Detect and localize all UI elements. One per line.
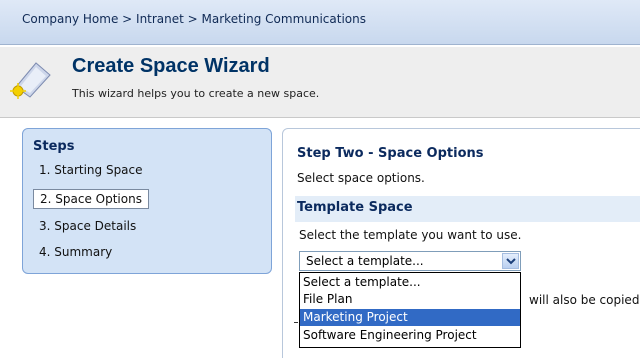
steps-heading: Steps bbox=[33, 139, 75, 154]
section-header: Template Space bbox=[295, 196, 640, 222]
template-select[interactable]: Select a template... bbox=[299, 251, 521, 271]
divider bbox=[294, 322, 298, 323]
content-panel: Step Two - Space Options Select space op… bbox=[282, 128, 640, 358]
page-title: Create Space Wizard bbox=[72, 55, 270, 77]
partially-hidden-text: will also be copied bbox=[529, 293, 640, 307]
step-description: Select space options. bbox=[297, 171, 425, 185]
app-window: Company Home > Intranet > Marketing Comm… bbox=[0, 0, 640, 358]
chevron-down-icon[interactable] bbox=[502, 253, 519, 269]
wizard-wand-icon bbox=[10, 62, 51, 99]
option-marketing-project[interactable]: Marketing Project bbox=[300, 309, 520, 326]
option-file-plan[interactable]: File Plan bbox=[300, 291, 520, 308]
section-title: Template Space bbox=[297, 200, 413, 215]
step-summary[interactable]: 4. Summary bbox=[33, 243, 118, 261]
step-space-options[interactable]: 2. Space Options bbox=[33, 189, 149, 209]
page-subtitle: This wizard helps you to create a new sp… bbox=[72, 87, 320, 100]
breadcrumb-path[interactable]: Company Home > Intranet > Marketing Comm… bbox=[22, 12, 366, 26]
option-select-template[interactable]: Select a template... bbox=[300, 274, 520, 291]
wizard-header: Create Space Wizard This wizard helps yo… bbox=[0, 46, 640, 118]
step-title: Step Two - Space Options bbox=[297, 146, 484, 161]
steps-panel: Steps 1. Starting Space 2. Space Options… bbox=[22, 128, 272, 274]
step-space-details[interactable]: 3. Space Details bbox=[33, 217, 142, 235]
template-instruction: Select the template you want to use. bbox=[299, 228, 522, 242]
breadcrumb: Company Home > Intranet > Marketing Comm… bbox=[0, 0, 640, 45]
step-starting-space[interactable]: 1. Starting Space bbox=[33, 161, 149, 179]
template-select-value: Select a template... bbox=[306, 254, 424, 268]
template-dropdown-list: Select a template... File Plan Marketing… bbox=[299, 272, 521, 348]
option-software-engineering-project[interactable]: Software Engineering Project bbox=[300, 327, 520, 344]
